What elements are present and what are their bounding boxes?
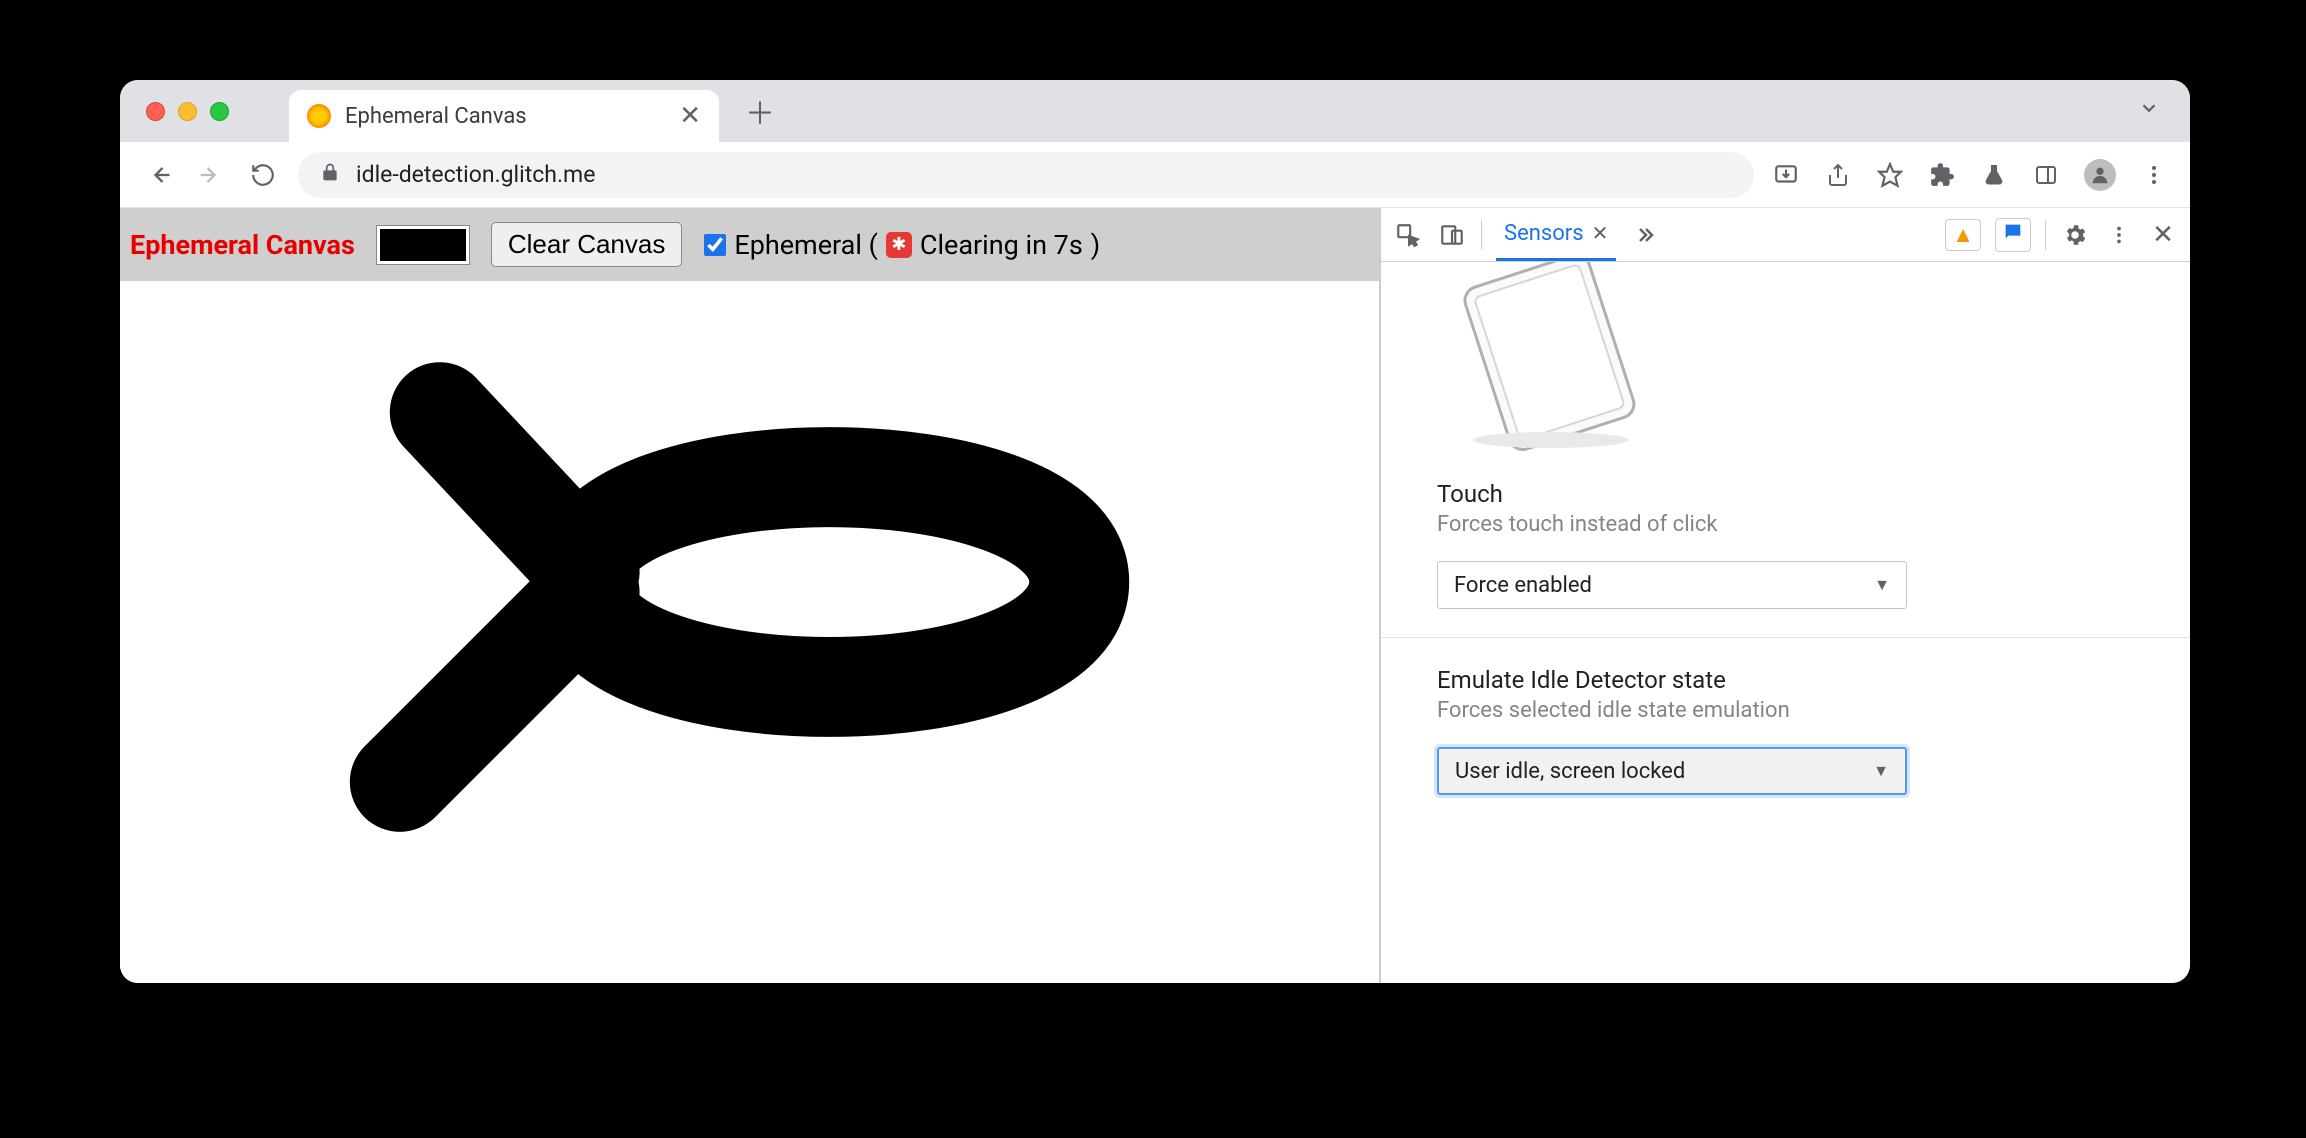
ephemeral-countdown: Clearing in 7s bbox=[920, 229, 1083, 261]
maximize-window-button[interactable] bbox=[210, 102, 229, 121]
drawing-canvas[interactable] bbox=[120, 281, 1379, 983]
messages-badge[interactable] bbox=[1995, 218, 2031, 252]
page-title: Ephemeral Canvas bbox=[130, 229, 355, 261]
color-picker[interactable] bbox=[377, 226, 469, 264]
browser-toolbar: idle-detection.glitch.me bbox=[120, 142, 2190, 208]
profile-avatar-icon[interactable] bbox=[2084, 159, 2116, 191]
idle-select[interactable]: User idle, screen locked ▼ bbox=[1437, 747, 1907, 795]
touch-select[interactable]: Force enabled ▼ bbox=[1437, 561, 1907, 609]
chevron-down-icon: ▼ bbox=[1873, 761, 1889, 781]
ephemeral-toggle[interactable]: Ephemeral ( Clearing in 7s ) bbox=[704, 229, 1100, 261]
message-icon bbox=[2002, 221, 2024, 249]
favicon-icon bbox=[307, 104, 331, 128]
url-text: idle-detection.glitch.me bbox=[356, 161, 595, 188]
clear-canvas-button[interactable]: Clear Canvas bbox=[491, 222, 683, 267]
canvas-drawing bbox=[120, 281, 1379, 983]
bookmark-star-icon[interactable] bbox=[1876, 161, 1904, 189]
close-window-button[interactable] bbox=[146, 102, 165, 121]
inspect-element-icon[interactable] bbox=[1393, 220, 1423, 250]
menu-kebab-icon[interactable] bbox=[2140, 161, 2168, 189]
side-panel-icon[interactable] bbox=[2032, 161, 2060, 189]
minimize-window-button[interactable] bbox=[178, 102, 197, 121]
devtools-tab-sensors[interactable]: Sensors ✕ bbox=[1496, 208, 1616, 261]
extensions-puzzle-icon[interactable] bbox=[1928, 161, 1956, 189]
address-bar[interactable]: idle-detection.glitch.me bbox=[298, 152, 1754, 198]
settings-gear-icon[interactable] bbox=[2060, 220, 2090, 250]
devtools-tabbar: Sensors ✕ ▲ bbox=[1381, 208, 2190, 262]
tab-list-button[interactable] bbox=[2138, 97, 2160, 125]
touch-section: Touch Forces touch instead of click Forc… bbox=[1381, 452, 2190, 609]
ephemeral-label-prefix: Ephemeral ( bbox=[734, 229, 878, 261]
devtools-tab-sensors-label: Sensors bbox=[1504, 221, 1584, 246]
devtools-menu-icon[interactable] bbox=[2104, 220, 2134, 250]
ephemeral-label-suffix: ) bbox=[1091, 229, 1100, 261]
browser-window: Ephemeral Canvas ✕ ＋ idle-detection.glit… bbox=[120, 80, 2190, 983]
page-toolbar: Ephemeral Canvas Clear Canvas Ephemeral … bbox=[120, 208, 1379, 281]
close-tab-icon[interactable]: ✕ bbox=[1592, 221, 1609, 245]
back-button[interactable] bbox=[142, 158, 176, 192]
toolbar-right bbox=[1772, 159, 2168, 191]
share-icon[interactable] bbox=[1824, 161, 1852, 189]
device-toggle-icon[interactable] bbox=[1437, 220, 1467, 250]
content-area: Ephemeral Canvas Clear Canvas Ephemeral … bbox=[120, 208, 2190, 983]
issues-badge[interactable]: ▲ bbox=[1945, 219, 1981, 251]
devtools-panel: Sensors ✕ ▲ bbox=[1380, 208, 2190, 983]
forward-button[interactable] bbox=[194, 158, 228, 192]
install-app-icon[interactable] bbox=[1772, 161, 1800, 189]
alarm-icon bbox=[886, 232, 912, 258]
labs-flask-icon[interactable] bbox=[1980, 161, 2008, 189]
touch-subtitle: Forces touch instead of click bbox=[1437, 512, 2134, 537]
orientation-preview[interactable] bbox=[1381, 262, 2190, 452]
close-devtools-icon[interactable]: ✕ bbox=[2148, 220, 2178, 250]
devtools-body: Touch Forces touch instead of click Forc… bbox=[1381, 262, 2190, 983]
browser-tab[interactable]: Ephemeral Canvas ✕ bbox=[289, 90, 719, 142]
more-tabs-icon[interactable] bbox=[1630, 220, 1660, 250]
warning-triangle-icon: ▲ bbox=[1952, 222, 1974, 248]
window-controls bbox=[146, 102, 229, 121]
tab-strip: Ephemeral Canvas ✕ ＋ bbox=[120, 80, 2190, 142]
touch-select-value: Force enabled bbox=[1454, 573, 1592, 598]
idle-select-value: User idle, screen locked bbox=[1455, 759, 1685, 784]
chevron-down-icon: ▼ bbox=[1874, 575, 1890, 595]
idle-title: Emulate Idle Detector state bbox=[1437, 666, 2134, 694]
new-tab-button[interactable]: ＋ bbox=[745, 89, 775, 133]
ephemeral-checkbox[interactable] bbox=[704, 234, 726, 256]
tab-title: Ephemeral Canvas bbox=[345, 104, 527, 129]
close-tab-button[interactable]: ✕ bbox=[679, 101, 701, 131]
idle-section: Emulate Idle Detector state Forces selec… bbox=[1381, 637, 2190, 795]
reload-button[interactable] bbox=[246, 158, 280, 192]
page-pane: Ephemeral Canvas Clear Canvas Ephemeral … bbox=[120, 208, 1380, 983]
idle-subtitle: Forces selected idle state emulation bbox=[1437, 698, 2134, 723]
lock-icon bbox=[320, 162, 340, 187]
touch-title: Touch bbox=[1437, 480, 2134, 508]
